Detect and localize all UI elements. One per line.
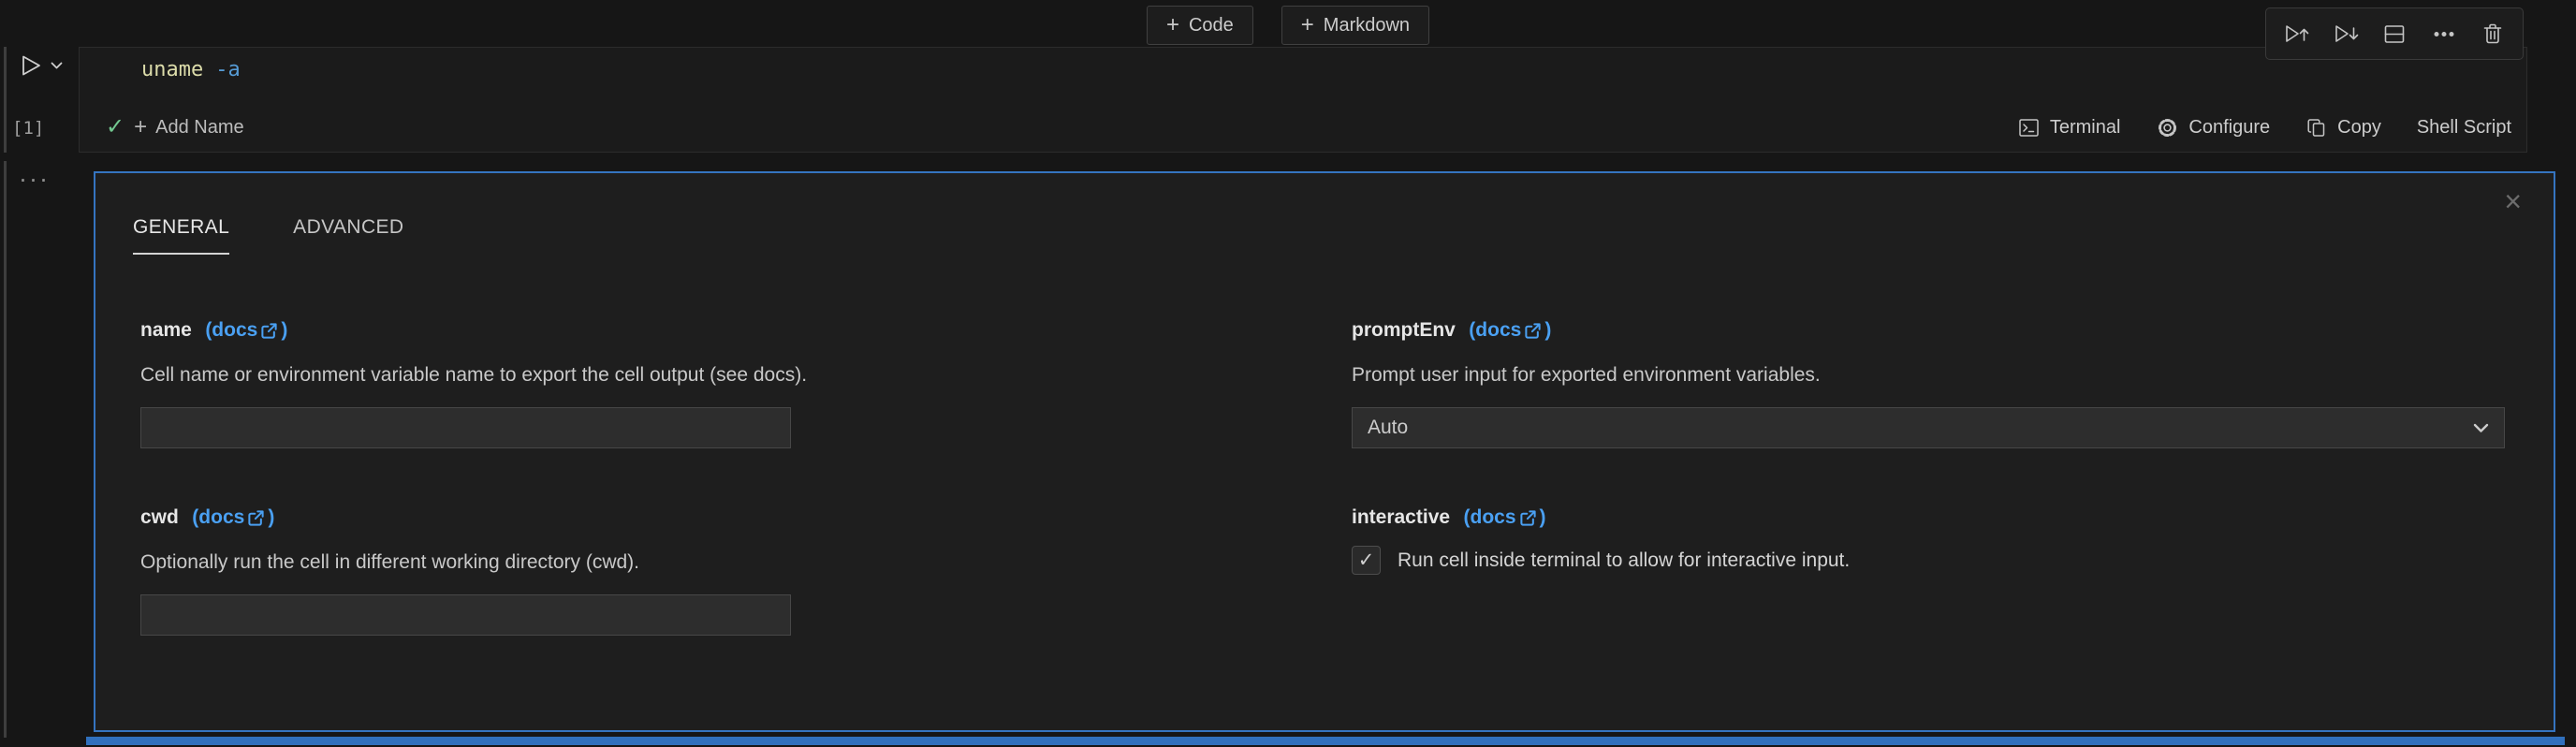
trash-icon [2483,23,2502,44]
docs-link-text: (docs [1463,506,1516,528]
prompt-env-label: promptEnv [1352,319,1456,341]
add-name-button[interactable]: + Add Name [134,116,244,139]
copy-label: Copy [2337,116,2381,138]
configure-button[interactable]: Configure [2156,116,2270,139]
success-check-icon: ✓ [106,114,125,139]
execute-below-button[interactable] [2327,15,2364,52]
cwd-description: Optionally run the cell in different wor… [140,551,640,573]
code-command: uname [141,58,204,81]
plus-icon: + [134,114,148,139]
docs-link-text: (docs [1469,319,1522,341]
cell-configure-panel: × GENERAL ADVANCED name (docs ) Cell nam… [94,171,2555,732]
interactive-checkbox[interactable]: ✓ [1352,546,1381,575]
cwd-input[interactable] [140,594,791,636]
prompt-env-docs-link[interactable]: (docs ) [1469,319,1551,342]
notebook-toolbar: + Code + Markdown [0,0,2576,47]
add-code-cell-button[interactable]: + Code [1146,6,1253,45]
play-icon [22,55,40,76]
docs-link-text: ) [268,506,275,528]
plus-icon: + [1165,12,1179,37]
interactive-checkbox-label: Run cell inside terminal to allow for in… [1398,549,1851,571]
field-prompt-env: promptEnv (docs ) [1352,319,1551,342]
selected-option: Auto [1368,417,1409,438]
check-icon: ✓ [1357,549,1375,571]
notebook-editor: + Code + Markdown [1] ··· uname -a ✓ + A… [0,0,2576,747]
execution-count: [1] [12,118,45,139]
ellipsis-icon [2434,31,2453,37]
docs-link-text: (docs [205,319,258,341]
panel-tabs: GENERAL ADVANCED [133,216,404,255]
field-interactive: interactive (docs ) [1352,506,1546,529]
docs-link-text: (docs [192,506,245,528]
external-link-icon [1525,322,1541,339]
chevron-down-icon [2473,423,2489,432]
name-description: Cell name or environment variable name t… [140,364,808,386]
cell-focus-bar [4,47,7,153]
docs-link-text: ) [1539,506,1546,528]
external-link-icon [248,509,264,526]
status-right: Terminal Configure Copy Shell Script [2017,116,2511,139]
docs-link-text: ) [1544,319,1552,341]
cell-status-bar: ✓ + Add Name Terminal Configure Copy She… [80,103,2526,152]
panel-focus-bar [4,161,7,738]
copy-icon [2307,118,2325,137]
prompt-env-select[interactable]: Auto [1352,407,2505,448]
name-label: name [140,319,192,341]
close-icon[interactable]: × [2504,186,2522,216]
name-docs-link[interactable]: (docs ) [205,319,287,342]
terminal-icon [2019,118,2039,137]
code-editor[interactable]: uname -a [141,58,241,81]
field-name: name (docs ) [140,319,287,342]
cell-more-actions[interactable]: ··· [19,165,50,194]
chevron-down-icon [51,62,63,68]
code-flag: -a [215,58,241,81]
add-markdown-label: Markdown [1323,14,1411,36]
cell-selection-accent-bar [86,737,2565,745]
interactive-checkbox-row: ✓ Run cell inside terminal to allow for … [1352,546,1850,575]
gear-icon [2159,118,2177,137]
split-cell-icon [2384,24,2405,43]
play-down-icon [2334,24,2358,42]
code-cell: uname -a ✓ + Add Name Terminal Configure… [79,47,2527,153]
docs-link-text: ) [281,319,288,341]
tab-general[interactable]: GENERAL [133,216,230,255]
cwd-label: cwd [140,506,179,528]
more-actions-button[interactable] [2425,15,2463,52]
terminal-label: Terminal [2049,116,2121,138]
add-code-label: Code [1188,14,1234,36]
name-input[interactable] [140,407,791,448]
field-cwd: cwd (docs ) [140,506,274,529]
interactive-docs-link[interactable]: (docs ) [1464,506,1546,529]
prompt-env-description: Prompt user input for exported environme… [1352,364,1821,386]
external-link-icon [261,322,277,339]
cell-action-toolbar [2265,7,2524,60]
cwd-docs-link[interactable]: (docs ) [192,506,274,529]
language-label: Shell Script [2416,116,2511,138]
status-left: ✓ + Add Name [106,116,244,139]
split-cell-button[interactable] [2376,15,2413,52]
terminal-button[interactable]: Terminal [2017,116,2121,139]
plus-icon: + [1300,12,1314,37]
add-markdown-cell-button[interactable]: + Markdown [1281,6,1430,45]
execute-above-button[interactable] [2277,15,2315,52]
configure-label: Configure [2188,116,2271,138]
delete-cell-button[interactable] [2474,15,2511,52]
tab-advanced[interactable]: ADVANCED [293,216,403,255]
external-link-icon [1519,509,1536,526]
interactive-label: interactive [1352,506,1451,528]
run-cell-button[interactable] [17,51,63,81]
play-up-icon [2286,24,2309,42]
copy-button[interactable]: Copy [2305,116,2381,139]
add-name-label: Add Name [155,116,244,138]
language-selector[interactable]: Shell Script [2417,117,2511,139]
